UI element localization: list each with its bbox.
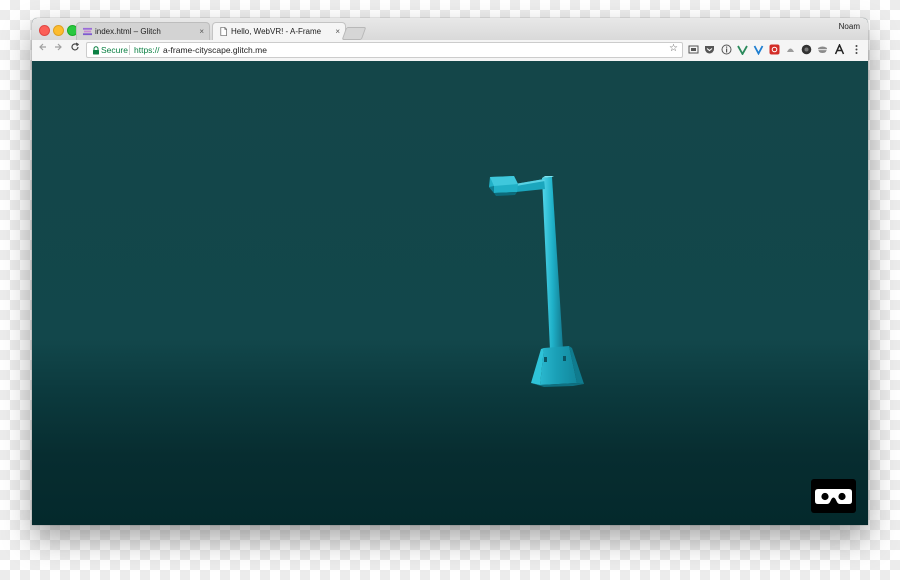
mask-icon[interactable] <box>817 44 828 55</box>
back-arrow-icon[interactable] <box>38 42 48 58</box>
vue-devtools-icon[interactable] <box>737 44 748 55</box>
lock-icon[interactable] <box>92 46 100 55</box>
lastpass-icon[interactable] <box>769 44 780 55</box>
pocket-icon[interactable] <box>704 44 715 55</box>
profile-name[interactable]: Noam <box>839 22 860 31</box>
new-tab-button[interactable] <box>341 27 367 40</box>
forward-arrow-icon[interactable] <box>53 42 63 58</box>
tab-title: Hello, WebVR! - A-Frame <box>231 27 322 36</box>
honey-icon[interactable] <box>785 44 796 55</box>
tab-close-icon[interactable]: × <box>335 23 340 41</box>
font-a-icon[interactable] <box>834 44 845 55</box>
address-bar[interactable]: Secure https:// a-frame-cityscape.glitch… <box>86 42 683 58</box>
url-scheme: https:// <box>134 45 160 55</box>
tab-title: index.html – Glitch <box>95 27 161 36</box>
browser-window: index.html – Glitch × Hello, WebVR! - A-… <box>32 18 868 525</box>
info-icon[interactable] <box>721 44 732 55</box>
more-menu-icon[interactable] <box>851 44 862 55</box>
page-icon <box>220 27 228 36</box>
vr-goggles-icon <box>815 489 852 504</box>
secure-label: Secure <box>101 45 128 55</box>
tab-close-icon[interactable]: × <box>199 23 204 41</box>
dark-reader-icon[interactable] <box>801 44 812 55</box>
reload-icon[interactable] <box>70 42 80 58</box>
tab-glitch[interactable]: index.html – Glitch × <box>76 22 210 40</box>
bookmark-star-icon[interactable]: ☆ <box>669 42 678 56</box>
street-lamp <box>489 176 584 387</box>
v-extension-icon[interactable] <box>753 44 764 55</box>
browser-toolbar: Secure https:// a-frame-cityscape.glitch… <box>32 40 868 62</box>
window-close-button[interactable] <box>39 25 50 36</box>
webvr-scene[interactable] <box>32 61 868 525</box>
window-minimize-button[interactable] <box>53 25 64 36</box>
enter-vr-button[interactable] <box>811 479 856 513</box>
glitch-fish-icon <box>83 27 92 36</box>
cast-icon[interactable] <box>688 44 699 55</box>
url-separator <box>129 45 130 55</box>
tab-a-frame[interactable]: Hello, WebVR! - A-Frame × <box>212 22 346 40</box>
url-host: a-frame-cityscape.glitch.me <box>163 45 267 55</box>
tab-strip: index.html – Glitch × Hello, WebVR! - A-… <box>32 18 868 40</box>
